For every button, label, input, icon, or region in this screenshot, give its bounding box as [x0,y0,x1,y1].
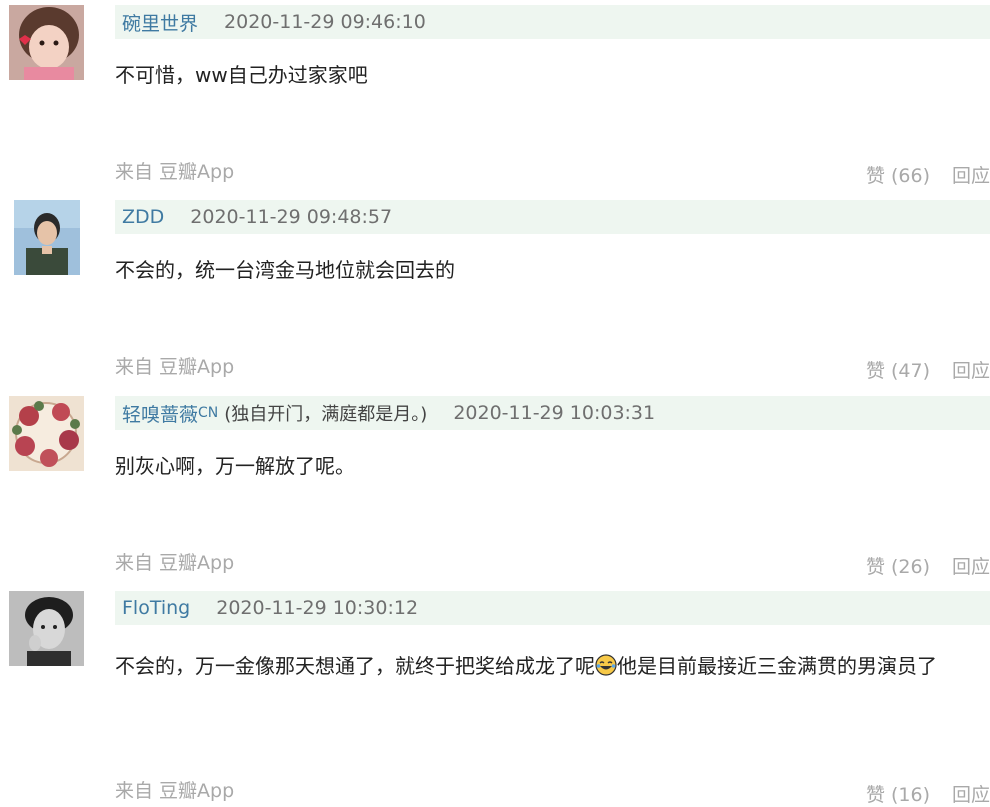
reply-button[interactable]: 回应 [952,552,990,579]
comment-header: 碗里世界 2020-11-29 09:46:10 [115,5,990,39]
reply-button[interactable]: 回应 [952,161,990,188]
author-signature: (独自开门，满庭都是月。) [224,404,428,425]
cn-badge: CN [198,405,219,421]
like-button[interactable]: 赞 (47) [866,356,930,383]
comment-actions: 赞 (47) 回应 [866,356,990,383]
comment-time: 2020-11-29 09:48:57 [190,206,393,228]
author-name[interactable]: 轻嗅蔷薇 [122,400,198,427]
avatar-man-blue-icon [14,200,80,275]
comment-text-part: 他是目前最接近三金满贯的男演员了 [617,654,937,678]
like-button[interactable]: 赞 (66) [866,161,930,188]
like-button[interactable]: 赞 (16) [866,780,930,807]
comment-source: 来自 豆瓣App [115,780,235,802]
avatar[interactable] [14,200,80,275]
avatar[interactable] [9,396,84,471]
comment-source: 来自 豆瓣App [115,161,235,183]
comment-actions: 赞 (16) 回应 [866,780,990,807]
avatar[interactable] [9,5,84,80]
comment-text-part: 不会的，万一金像那天想通了，就终于把奖给成龙了呢 [115,654,595,678]
reply-button[interactable]: 回应 [952,780,990,807]
comment-time: 2020-11-29 09:46:10 [224,11,426,33]
avatar-roses-icon [9,396,84,471]
comment-actions: 赞 (66) 回应 [866,161,990,188]
comment-source: 来自 豆瓣App [115,552,235,574]
laugh-tears-emoji-icon [595,654,617,676]
comment-content: 不可惜，ww自己办过家家吧 [115,63,368,87]
comment-content: 不会的，万一金像那天想通了，就终于把奖给成龙了呢 他是目前最接近三金满贯的男演员了 [115,649,985,683]
comment-content: 别灰心啊，万一解放了呢。 [115,454,355,478]
comment-actions: 赞 (26) 回应 [866,552,990,579]
comment-source: 来自 豆瓣App [115,356,235,378]
avatar-girl-pink-icon [9,5,84,80]
author-name[interactable]: FloTing [122,597,190,619]
comment-header: FloTing 2020-11-29 10:30:12 [115,591,990,625]
avatar-bw-portrait-icon [9,591,84,666]
comment-header: 轻嗅蔷薇 CN (独自开门，满庭都是月。) 2020-11-29 10:03:31 [115,396,990,430]
author-name[interactable]: ZDD [122,206,164,228]
comment-content: 不会的，统一台湾金马地位就会回去的 [115,258,455,282]
like-button[interactable]: 赞 (26) [866,552,930,579]
comment-time: 2020-11-29 10:03:31 [453,402,656,424]
author-name[interactable]: 碗里世界 [122,9,198,36]
comment-time: 2020-11-29 10:30:12 [216,597,419,619]
avatar[interactable] [9,591,84,666]
comment-header: ZDD 2020-11-29 09:48:57 [115,200,990,234]
reply-button[interactable]: 回应 [952,356,990,383]
